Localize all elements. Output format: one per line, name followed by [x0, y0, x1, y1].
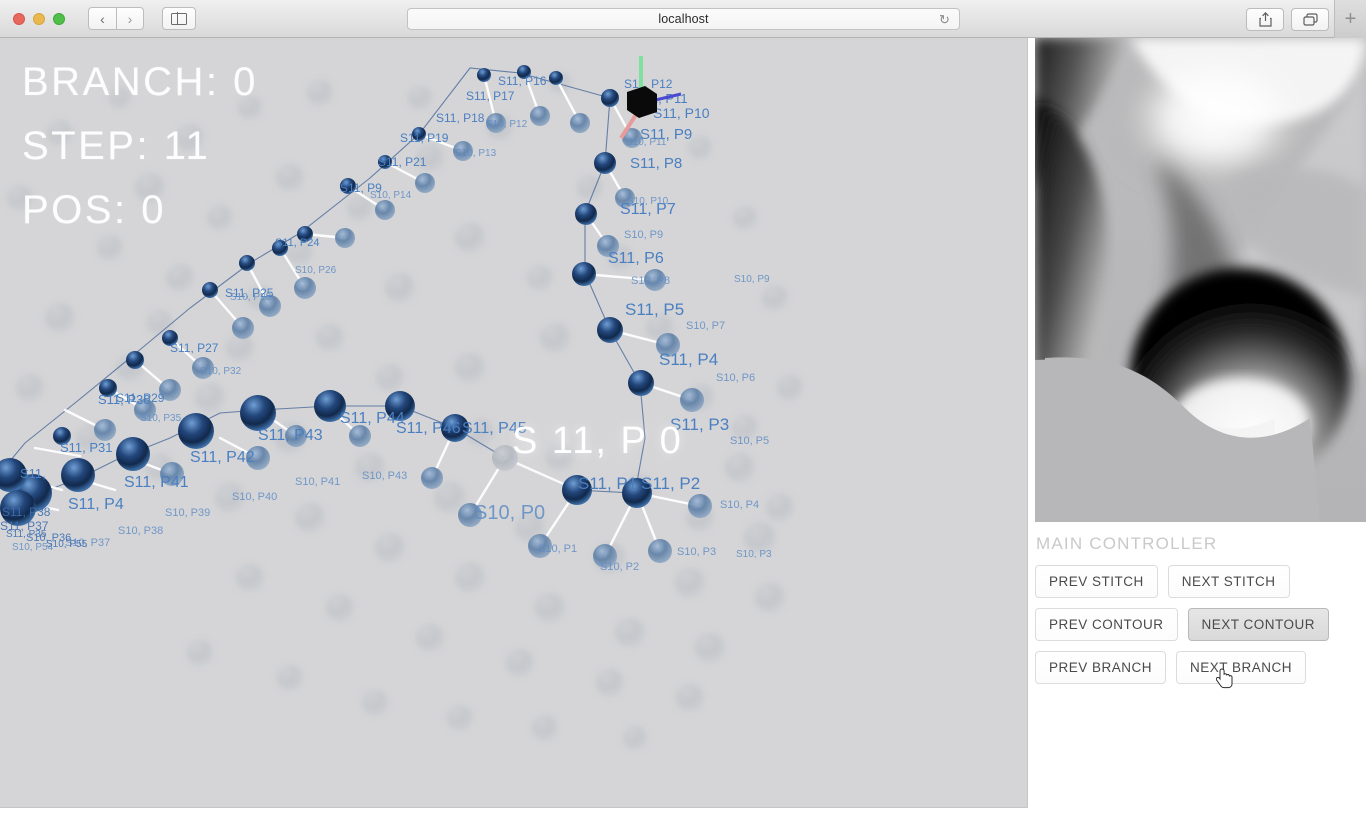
svg-text:S11, P4: S11, P4	[659, 350, 718, 369]
axis-gizmo[interactable]	[611, 50, 691, 140]
browser-toolbar: ‹ › localhost ↻ +	[0, 0, 1366, 38]
tab-overview-button[interactable]	[1291, 8, 1329, 31]
prev-stitch-button[interactable]: PREV STITCH	[1035, 565, 1158, 598]
svg-text:S11, P5: S11, P5	[625, 300, 684, 319]
forward-button[interactable]: ›	[116, 7, 144, 30]
svg-text:S10, P26: S10, P26	[295, 265, 337, 276]
chevron-left-icon: ‹	[100, 10, 105, 27]
svg-text:S10, P55: S10, P55	[46, 539, 88, 550]
svg-text:S10, P2: S10, P2	[600, 561, 639, 573]
svg-text:S10, P3: S10, P3	[736, 549, 772, 560]
svg-text:S10, P39: S10, P39	[165, 507, 210, 519]
svg-text:S10, P43: S10, P43	[362, 470, 407, 482]
svg-text:S10, P6: S10, P6	[716, 372, 755, 384]
svg-text:S10, P3: S10, P3	[677, 546, 716, 558]
svg-text:S10, P41: S10, P41	[295, 476, 340, 488]
toolbar-right-buttons	[1246, 8, 1329, 31]
svg-text:S10, P12: S10, P12	[486, 119, 528, 130]
surface-preview[interactable]	[1035, 38, 1366, 522]
svg-text:S11, P17: S11, P17	[466, 89, 515, 103]
svg-text:S11, P21: S11, P21	[378, 155, 427, 169]
plus-icon: +	[1344, 7, 1357, 30]
svg-text:S10, P1: S10, P1	[538, 543, 577, 555]
svg-text:S11, P27: S11, P27	[170, 341, 219, 355]
svg-text:S11, P4: S11, P4	[68, 496, 124, 513]
svg-text:S10, P5: S10, P5	[730, 435, 769, 447]
share-icon	[1258, 12, 1272, 27]
svg-text:S10, P28: S10, P28	[230, 292, 272, 303]
svg-text:S11, P6: S11, P6	[608, 250, 664, 267]
svg-text:S11, P24: S11, P24	[275, 237, 319, 249]
svg-text:S11, P8: S11, P8	[630, 155, 682, 172]
sidebar-toggle-button[interactable]	[162, 7, 196, 30]
svg-text:S10, P35: S10, P35	[140, 413, 182, 424]
controller-row-branch: PREV BRANCH NEXT BRANCH	[1035, 651, 1366, 684]
gizmo-cube	[627, 86, 657, 118]
chevron-right-icon: ›	[127, 10, 133, 27]
close-window-button[interactable]	[13, 12, 25, 25]
svg-text:S10, P38: S10, P38	[118, 525, 163, 537]
svg-text:S10, P4: S10, P4	[720, 499, 759, 511]
svg-text:S11, P43: S11, P43	[258, 427, 323, 444]
controller-row-stitch: PREV STITCH NEXT STITCH	[1035, 565, 1366, 598]
svg-text:S11, P35: S11, P35	[6, 529, 47, 540]
svg-text:S10, P10: S10, P10	[627, 196, 669, 207]
sidebar-icon	[171, 12, 187, 25]
address-bar[interactable]: localhost ↻	[407, 8, 960, 30]
svg-text:S11, P16: S11, P16	[498, 74, 547, 88]
svg-text:S10, P0: S10, P0	[474, 502, 545, 524]
svg-text:S10, P32: S10, P32	[200, 366, 242, 377]
svg-text:S10, P8: S10, P8	[631, 275, 670, 287]
three-d-viewport[interactable]: S11, P12 S11, P11 S11, P10 S11, P9 S11, …	[0, 38, 1028, 808]
svg-text:S11, P2: S11, P2	[641, 474, 700, 493]
new-tab-button[interactable]: +	[1334, 0, 1366, 38]
right-panel: MAIN CONTROLLER PREV STITCH NEXT STITCH …	[1029, 38, 1366, 817]
address-bar-text: localhost	[658, 12, 709, 26]
share-button[interactable]	[1246, 8, 1284, 31]
tabs-icon	[1302, 12, 1318, 26]
reload-icon[interactable]: ↻	[939, 13, 952, 26]
svg-text:S11, P44: S11, P44	[340, 410, 405, 427]
panel-title: MAIN CONTROLLER	[1036, 534, 1218, 553]
prev-branch-button[interactable]: PREV BRANCH	[1035, 651, 1167, 684]
back-button[interactable]: ‹	[88, 7, 116, 30]
main-controller-panel: MAIN CONTROLLER PREV STITCH NEXT STITCH …	[1035, 534, 1366, 694]
svg-text:S11,: S11,	[20, 466, 46, 481]
zoom-window-button[interactable]	[53, 12, 65, 25]
controller-row-contour: PREV CONTOUR NEXT CONTOUR	[1035, 608, 1366, 641]
active-stitch-label: S 11, P 0	[512, 420, 683, 462]
next-contour-button[interactable]: NEXT CONTOUR	[1187, 608, 1330, 641]
svg-text:S11, P1: S11, P1	[578, 474, 637, 493]
minimize-window-button[interactable]	[33, 12, 45, 25]
svg-text:S10, P14: S10, P14	[370, 190, 412, 201]
page-body: S11, P12 S11, P11 S11, P10 S11, P9 S11, …	[0, 38, 1366, 817]
svg-text:S11, P38: S11, P38	[2, 505, 51, 519]
svg-text:S10, P13: S10, P13	[455, 148, 497, 159]
next-stitch-button[interactable]: NEXT STITCH	[1167, 565, 1290, 598]
svg-text:S11, P19: S11, P19	[400, 131, 449, 145]
svg-text:S11, P31: S11, P31	[60, 440, 113, 455]
next-branch-button[interactable]: NEXT BRANCH	[1176, 651, 1307, 684]
window-traffic-lights	[13, 12, 65, 25]
svg-text:S10, P7: S10, P7	[686, 320, 725, 332]
svg-text:S10, P9: S10, P9	[734, 274, 770, 285]
svg-text:S11, P29: S11, P29	[116, 391, 165, 405]
svg-text:S10, P9: S10, P9	[624, 229, 663, 241]
svg-text:S10, P40: S10, P40	[232, 491, 277, 503]
prev-contour-button[interactable]: PREV CONTOUR	[1035, 608, 1178, 641]
svg-text:S11, P46: S11, P46	[396, 420, 461, 437]
navigation-buttons: ‹ ›	[88, 7, 144, 30]
svg-text:S11, P42: S11, P42	[190, 449, 255, 466]
svg-text:S11, P41: S11, P41	[124, 474, 189, 491]
svg-text:S11, P18: S11, P18	[436, 111, 485, 125]
